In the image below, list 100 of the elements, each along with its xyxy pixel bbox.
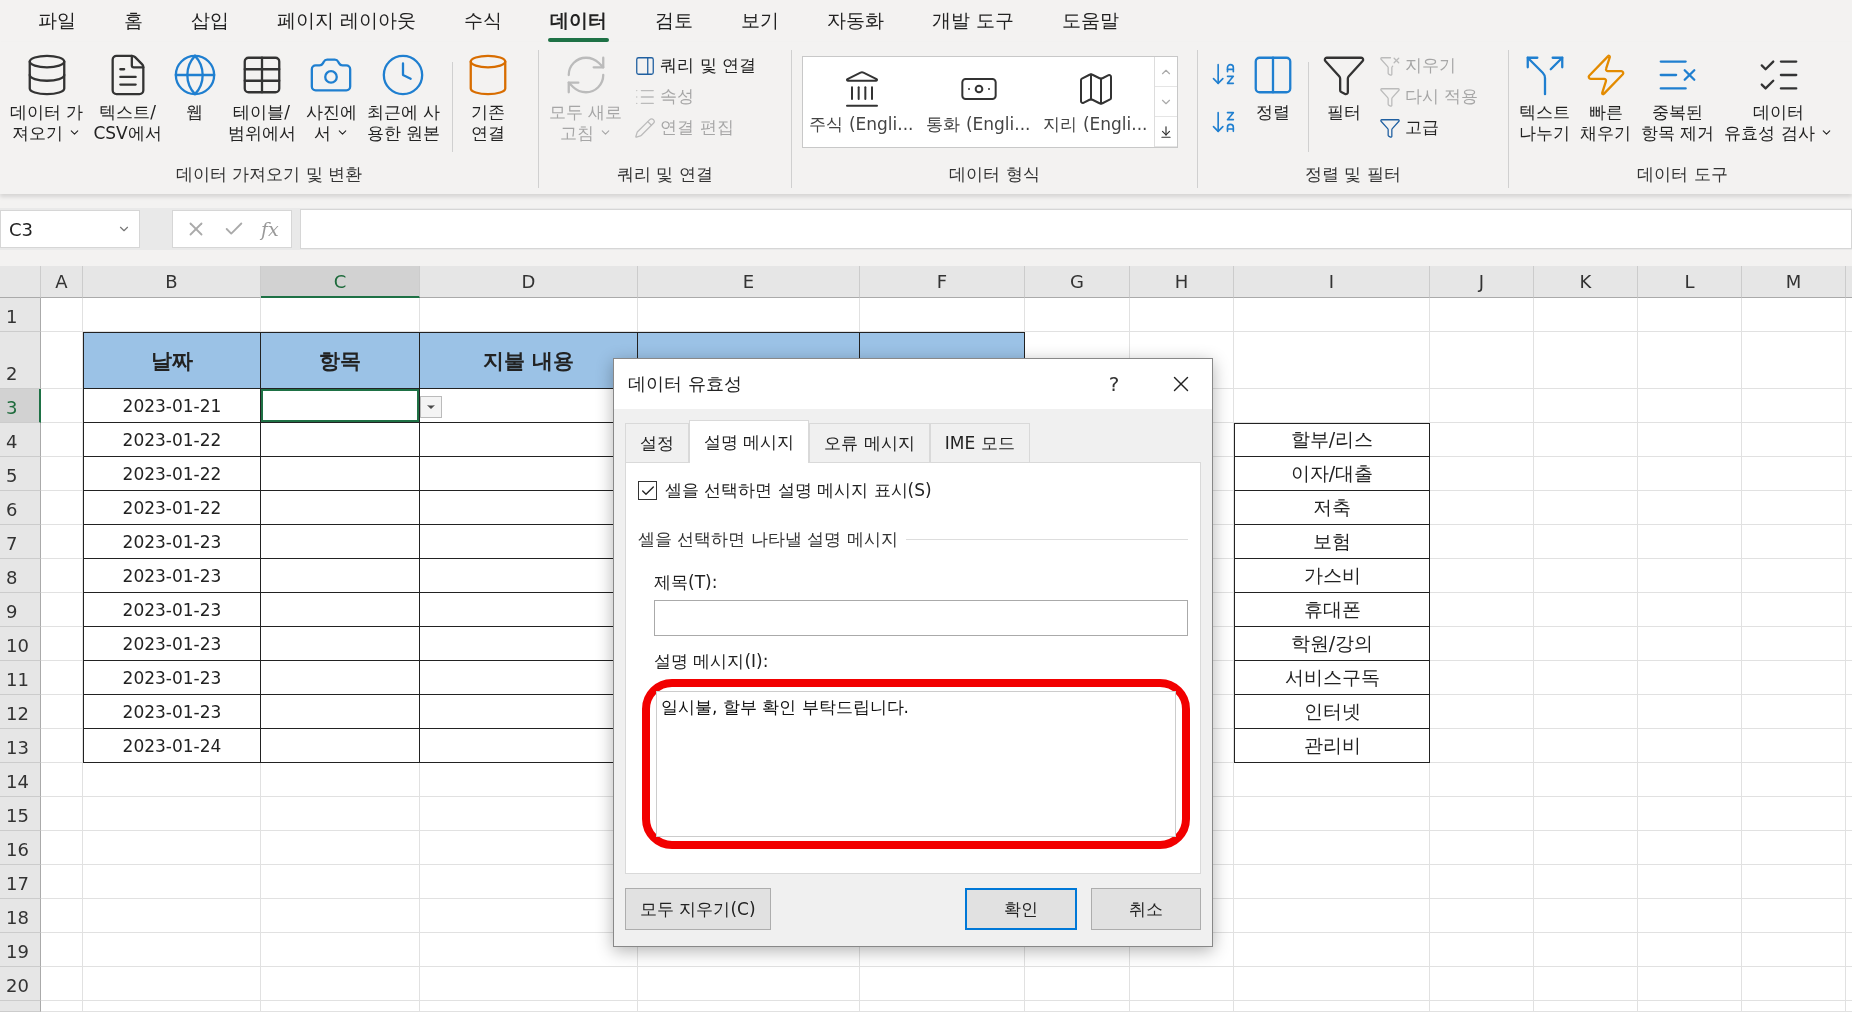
row-header[interactable]: 2 <box>0 332 41 389</box>
menu-tab[interactable]: 자동화 <box>803 2 909 40</box>
column-header[interactable]: I <box>1234 266 1430 298</box>
menu-tab[interactable]: 검토 <box>631 2 718 40</box>
gallery-item[interactable]: 통화 (Engli... <box>920 57 1037 147</box>
ribbon-button[interactable]: 데이터 가 져오기 <box>6 50 88 147</box>
gallery-item[interactable]: 주식 (Engli... <box>803 57 920 147</box>
menu-tab[interactable]: 홈 <box>100 2 167 40</box>
ribbon-button[interactable]: 필터 <box>1317 50 1371 126</box>
row-header[interactable]: 5 <box>0 457 41 491</box>
menu-tab[interactable]: 개발 도구 <box>908 2 1039 40</box>
menu-tab[interactable]: 페이지 레이아웃 <box>253 2 441 40</box>
column-header[interactable]: E <box>638 266 860 298</box>
ribbon-button[interactable]: 정렬 <box>1246 50 1300 126</box>
row-header[interactable]: 19 <box>0 933 41 967</box>
grid-cell <box>41 627 83 661</box>
row-header[interactable]: 6 <box>0 491 41 525</box>
row-header[interactable]: 1 <box>0 298 41 332</box>
group-label: 정렬 및 필터 <box>1304 163 1402 186</box>
cell-dropdown-button[interactable] <box>420 396 442 418</box>
column-header[interactable]: M <box>1742 266 1846 298</box>
dialog-tab[interactable]: 설명 메시지 <box>689 420 810 463</box>
header-cell: 항목 <box>261 332 420 389</box>
ribbon-button[interactable]: 텍스트/ CSV에서 <box>89 50 166 147</box>
menu-tab[interactable]: 삽입 <box>167 2 253 40</box>
grid-cell <box>41 729 83 763</box>
table-cell: 가스비 <box>1234 559 1430 593</box>
dialog-tab[interactable]: 오류 메시지 <box>809 423 930 462</box>
row-header[interactable]: 10 <box>0 627 41 661</box>
arrow-down-icon <box>1159 124 1173 139</box>
dialog-button[interactable]: 취소 <box>1091 888 1201 930</box>
column-header <box>1846 266 1852 298</box>
column-header[interactable]: L <box>1638 266 1742 298</box>
table-cell: 2023-01-23 <box>83 559 261 593</box>
ribbon-button[interactable]: 웹 <box>167 50 222 126</box>
grid-cell <box>41 967 83 1001</box>
title-input[interactable] <box>654 600 1188 636</box>
table-cell: 2023-01-22 <box>83 457 261 491</box>
table-cell: 2023-01-23 <box>83 661 261 695</box>
dialog-button[interactable]: 모두 지우기(C) <box>625 888 771 930</box>
panel-icon <box>634 54 657 77</box>
row-header[interactable]: 4 <box>0 423 41 457</box>
section-label: 셀을 선택하면 나타낼 설명 메시지 <box>638 528 898 551</box>
ribbon-button[interactable]: 쿼리 및 연결 <box>632 52 759 79</box>
row-header[interactable]: 18 <box>0 899 41 933</box>
ribbon-button[interactable]: 고급 <box>1377 114 1481 141</box>
formula-input[interactable] <box>299 209 1852 249</box>
grid-cell <box>41 491 83 525</box>
gallery-item[interactable]: 지리 (Engli... <box>1037 57 1154 147</box>
row-header[interactable]: 3 <box>0 389 41 423</box>
pencil-icon <box>634 116 657 139</box>
column-header[interactable]: F <box>860 266 1025 298</box>
select-all-corner[interactable] <box>0 266 41 298</box>
checkbox-label: 셀을 선택하면 설명 메시지 표시(S) <box>665 479 932 502</box>
dialog-tab[interactable]: IME 모드 <box>929 423 1030 462</box>
message-input[interactable]: 일시불, 할부 확인 부탁드립니다. <box>656 691 1176 837</box>
ribbon-button[interactable]: 중복된 항목 제거 <box>1637 50 1719 147</box>
ribbon-button[interactable]: 사진에 서 <box>301 50 361 147</box>
row-header[interactable]: 9 <box>0 593 41 627</box>
dialog-tab[interactable]: 설정 <box>625 423 689 462</box>
column-header[interactable]: A <box>41 266 83 298</box>
grid-cell <box>41 899 83 933</box>
help-button[interactable]: ? <box>1096 371 1132 397</box>
row-header[interactable]: 11 <box>0 661 41 695</box>
row-header[interactable]: 13 <box>0 729 41 763</box>
menu-tab[interactable]: 도움말 <box>1038 2 1144 40</box>
row-header[interactable]: 12 <box>0 695 41 729</box>
grid-cell <box>41 831 83 865</box>
row-header[interactable]: 8 <box>0 559 41 593</box>
ribbon-button[interactable]: 최근에 사 용한 원본 <box>362 50 445 147</box>
row-header[interactable]: 14 <box>0 763 41 797</box>
row-header[interactable]: 17 <box>0 865 41 899</box>
group-label: 데이터 가져오기 및 변환 <box>174 163 364 186</box>
menu-tab[interactable]: 수식 <box>440 2 527 40</box>
row-header[interactable]: 7 <box>0 525 41 559</box>
column-header[interactable]: D <box>420 266 638 298</box>
grid-cell <box>41 1001 83 1012</box>
grid-cell <box>41 423 83 457</box>
row-header[interactable]: 15 <box>0 797 41 831</box>
column-header[interactable]: C <box>261 266 420 298</box>
column-header[interactable]: H <box>1130 266 1234 298</box>
ribbon-button[interactable]: 테이블/ 범위에서 <box>223 50 300 147</box>
column-header[interactable]: J <box>1430 266 1534 298</box>
name-box[interactable]: C3 <box>0 210 140 248</box>
menu-tab[interactable]: 파일 <box>14 2 100 40</box>
table-cell: 2023-01-23 <box>83 627 261 661</box>
table-cell: 2023-01-24 <box>83 729 261 763</box>
row-header[interactable]: 20 <box>0 967 41 1001</box>
ribbon-button[interactable]: 기존 연결 <box>461 50 516 147</box>
ribbon-button[interactable]: 데이터 유효성 검사 <box>1720 50 1838 147</box>
menu-tab[interactable]: 데이터 <box>526 2 632 40</box>
column-header[interactable]: B <box>83 266 261 298</box>
dialog-button[interactable]: 확인 <box>965 888 1077 930</box>
column-header[interactable]: G <box>1025 266 1130 298</box>
row-header[interactable]: 16 <box>0 831 41 865</box>
column-header[interactable]: K <box>1534 266 1638 298</box>
ribbon-button[interactable]: 빠른 채우기 <box>1576 50 1635 147</box>
checkbox[interactable] <box>638 481 657 500</box>
menu-tab[interactable]: 보기 <box>717 2 804 40</box>
ribbon-button[interactable]: 텍스트 나누기 <box>1515 50 1574 147</box>
